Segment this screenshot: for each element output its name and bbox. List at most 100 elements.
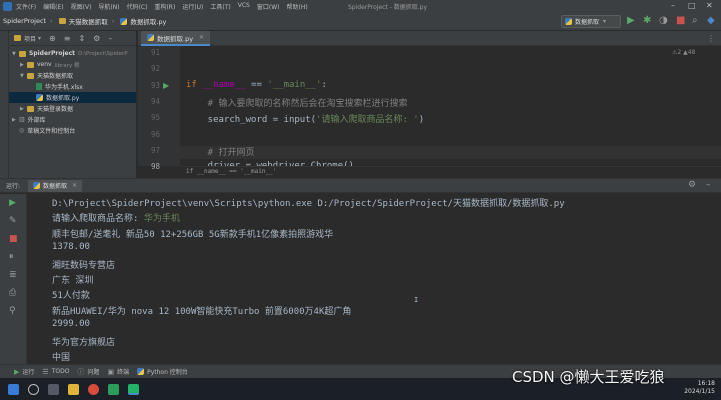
- excel-file-icon: [36, 83, 42, 90]
- console-text: 请输入爬取商品名称:: [52, 214, 144, 225]
- search-icon[interactable]: [28, 384, 39, 395]
- menu-item[interactable]: 帮助(H): [287, 2, 308, 11]
- rerun-icon[interactable]: ▶: [9, 198, 16, 208]
- tool-tab-todo[interactable]: ☰ TODO: [42, 368, 69, 376]
- code-breadcrumb[interactable]: if __name__ == '__main__': [180, 166, 721, 177]
- tool-tab-terminal[interactable]: ▣ 终端: [107, 367, 130, 377]
- menu-item[interactable]: 工具(T): [210, 2, 230, 11]
- project-panel-title[interactable]: 项目: [24, 34, 36, 43]
- tree-item-venv[interactable]: ▶ venv library 根: [0, 59, 136, 70]
- menu-item[interactable]: 窗口(W): [257, 2, 280, 11]
- console-line: 湘旺数码专营店: [52, 258, 115, 271]
- start-icon[interactable]: [8, 384, 19, 395]
- tree-item-scratches[interactable]: ◎ 草稿文件和控制台: [0, 125, 136, 136]
- code-editor[interactable]: if __name__ == '__main__': # 输入要爬取的名称然后会…: [180, 46, 721, 171]
- file-explorer-icon[interactable]: [68, 384, 79, 395]
- stop-icon[interactable]: ■: [676, 15, 685, 27]
- menu-item[interactable]: 视图(V): [71, 2, 92, 11]
- soft-wrap-icon[interactable]: ≣: [9, 270, 17, 280]
- tree-item-tmall-folder[interactable]: ▼ 天猫数据抓取: [0, 70, 136, 81]
- tool-tab-label: 终端: [117, 369, 130, 376]
- run-icon[interactable]: ▶: [627, 15, 635, 27]
- python-file-icon: [120, 17, 128, 25]
- tree-item-xlsx[interactable]: 华为手机.xlsx: [0, 81, 136, 92]
- expand-all-icon[interactable]: ⇕: [78, 34, 85, 43]
- chevron-right-icon: ▶: [20, 61, 24, 68]
- close-tab-icon[interactable]: ✕: [199, 34, 204, 41]
- breadcrumb-project[interactable]: SpiderProject ›: [0, 17, 56, 25]
- menu-items: 文件(F) 编辑(E) 视图(V) 导航(N) 代码(C) 重构(R) 运行(U) 工具(T)…: [16, 2, 315, 11]
- console-output[interactable]: D:\Project\SpiderProject\venv\Scripts\py…: [28, 194, 721, 364]
- pin-icon[interactable]: ⚲: [9, 306, 16, 316]
- pycharm-icon[interactable]: [128, 384, 139, 395]
- chevron-down-icon: ▾: [603, 18, 607, 25]
- line-number: 91: [150, 48, 160, 57]
- code-token: :: [321, 79, 327, 90]
- code-token: search_word = input(: [186, 115, 317, 126]
- tree-item-external-libraries[interactable]: ▶ ▥ 外部库: [0, 114, 136, 125]
- wrench-icon[interactable]: ✎: [9, 216, 17, 226]
- maximize-icon[interactable]: □: [688, 1, 696, 10]
- stop-icon[interactable]: ■: [9, 234, 18, 244]
- menu-item[interactable]: 运行(U): [182, 2, 203, 11]
- app-icon[interactable]: [108, 384, 119, 395]
- chrome-icon[interactable]: [88, 384, 99, 395]
- tree-item-root[interactable]: ▼ SpiderProject D:\Project\SpiderP: [0, 48, 136, 59]
- run-configuration-select[interactable]: 数据抓取 ▾: [561, 15, 621, 28]
- console-user-input: 华为手机: [143, 214, 180, 225]
- tree-item-label: 草稿文件和控制台: [27, 128, 76, 135]
- breadcrumb-folder[interactable]: 天猫数据抓取 ›: [56, 16, 118, 26]
- tree-item-label: 外部库: [27, 117, 46, 124]
- menu-item[interactable]: VCS: [238, 2, 250, 11]
- python-file-icon: [147, 34, 154, 41]
- console-text: 顺丰包邮/送耄礼 新品50 12+256GB 5G新款手机1亿像素拍照游戏华: [52, 229, 334, 240]
- breadcrumb-separator-icon: ›: [111, 17, 115, 25]
- folder-icon: [58, 18, 66, 24]
- tool-tab-python-console[interactable]: Python 控制台: [137, 367, 188, 376]
- editor-tab-script[interactable]: 数据抓取.py ✕: [141, 31, 211, 46]
- hide-panel-icon[interactable]: –: [108, 34, 112, 43]
- breadcrumb-label: 天猫数据抓取: [68, 18, 108, 26]
- system-tray-clock[interactable]: 16:18 2024/1/15: [684, 380, 715, 396]
- tool-tab-run[interactable]: ▶ 运行: [14, 367, 34, 377]
- console-text: 湘旺数码专营店: [52, 260, 116, 271]
- clock-date: 2024/1/15: [684, 388, 715, 395]
- update-icon[interactable]: ◆: [707, 15, 715, 27]
- inspection-summary[interactable]: ⚠2 ▲48: [672, 49, 695, 56]
- tree-item-script[interactable]: 数据抓取.py: [0, 92, 136, 103]
- chevron-down-icon[interactable]: ▾: [38, 35, 41, 42]
- tree-item-label: venv: [37, 61, 52, 68]
- menu-item[interactable]: 文件(F): [16, 2, 36, 11]
- tree-item-note: library 根: [54, 62, 80, 69]
- search-icon[interactable]: ⌕: [692, 15, 698, 27]
- tool-tab-problems[interactable]: ⓘ 问题: [77, 367, 99, 377]
- code-token: # 打开网页: [186, 147, 255, 158]
- menu-item[interactable]: 重构(R): [154, 2, 175, 11]
- menu-item[interactable]: 导航(N): [98, 2, 119, 11]
- gear-icon[interactable]: ⚙: [688, 180, 696, 190]
- line-number: 92: [150, 64, 160, 74]
- code-token: ): [418, 115, 425, 126]
- locate-file-icon[interactable]: ⊕: [49, 34, 56, 43]
- minimize-icon[interactable]: –: [671, 1, 675, 10]
- hide-panel-icon[interactable]: –: [706, 180, 711, 190]
- more-tabs-icon[interactable]: ⋮: [707, 34, 715, 43]
- close-tab-icon[interactable]: ✕: [72, 182, 77, 189]
- collapse-all-icon[interactable]: ≡: [64, 34, 71, 43]
- coverage-icon[interactable]: ◑: [659, 15, 668, 27]
- run-gutter-icon[interactable]: ▶: [163, 81, 169, 90]
- gear-icon[interactable]: ⚙: [93, 34, 100, 43]
- pause-icon[interactable]: ⏸: [9, 252, 14, 262]
- print-icon[interactable]: ⎙: [9, 288, 16, 298]
- console-line: 中国: [52, 350, 70, 363]
- tree-item-login-folder[interactable]: ▶ 天猫登录数据: [0, 103, 136, 114]
- problems-icon: ⓘ: [77, 367, 85, 376]
- run-tab[interactable]: 数据抓取 ✕: [28, 179, 83, 192]
- console-line: 广东 深圳: [52, 273, 93, 286]
- close-icon[interactable]: ✕: [706, 1, 713, 10]
- task-view-icon[interactable]: [48, 384, 59, 395]
- menu-item[interactable]: 代码(C): [127, 2, 148, 11]
- menu-item[interactable]: 编辑(E): [43, 2, 63, 11]
- debug-icon[interactable]: ✱: [643, 15, 651, 27]
- breadcrumb-file[interactable]: 数据抓取.py: [117, 16, 169, 26]
